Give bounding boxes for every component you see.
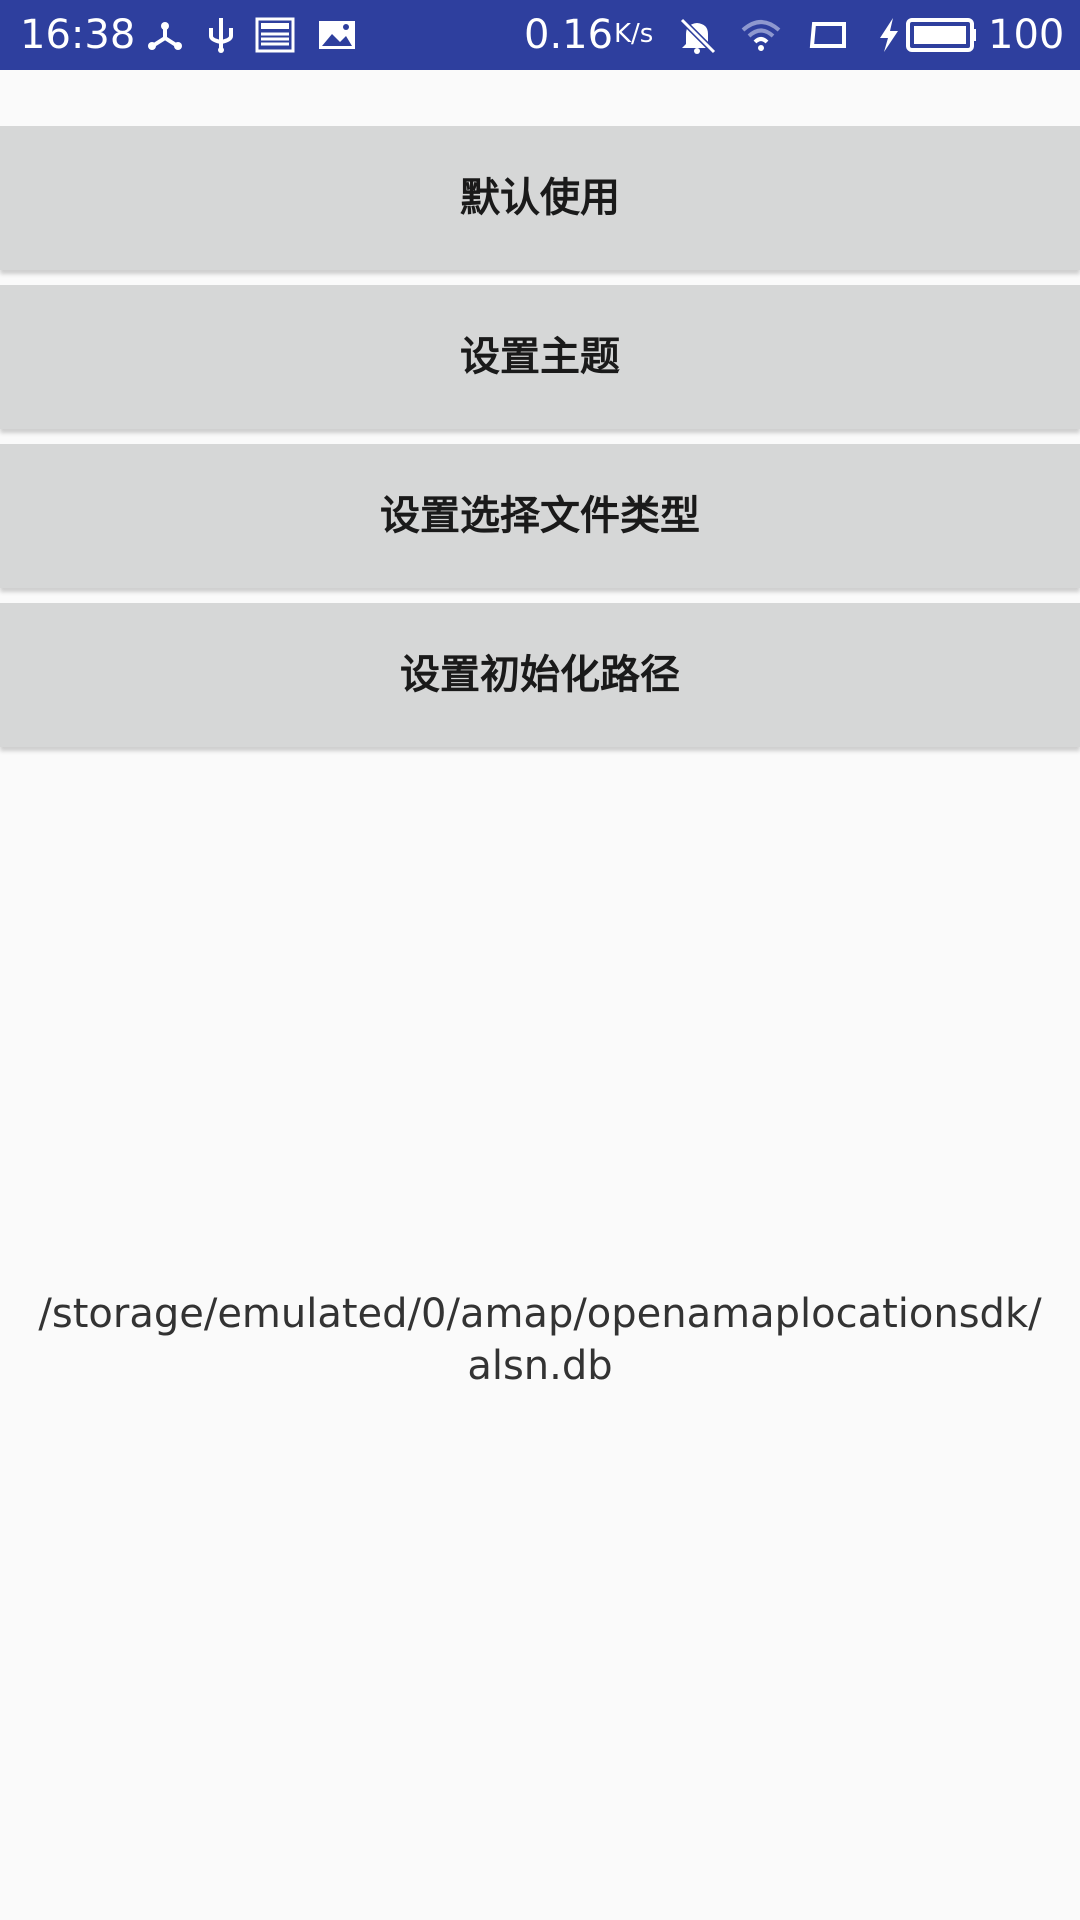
usb-icon — [209, 18, 233, 53]
set-init-path-button[interactable]: 设置初始化路径 — [0, 603, 1080, 747]
mute-icon — [679, 17, 717, 55]
status-time: 16:38 — [20, 12, 136, 58]
network-speed-unit: K/s — [614, 19, 654, 49]
path-line-2: alsn.db — [467, 1343, 613, 1389]
status-bar: 16:38 0.16 K/s 100 — [0, 0, 1080, 70]
news-icon — [255, 17, 295, 53]
wifi-icon — [741, 20, 781, 51]
screen-icon — [809, 22, 846, 48]
network-speed: 0.16 — [524, 12, 614, 58]
image-icon — [319, 21, 355, 49]
selected-path-text: /storage/emulated/0/amap/openamaplocatio… — [0, 1288, 1080, 1392]
battery-icon — [906, 18, 976, 52]
battery-level: 100 — [988, 12, 1065, 58]
default-use-button[interactable]: 默认使用 — [0, 126, 1080, 270]
set-file-type-button[interactable]: 设置选择文件类型 — [0, 444, 1080, 588]
share-icon — [148, 22, 182, 50]
set-theme-button[interactable]: 设置主题 — [0, 285, 1080, 429]
charging-icon — [880, 18, 898, 52]
path-line-1: /storage/emulated/0/amap/openamaplocatio… — [38, 1291, 1042, 1337]
